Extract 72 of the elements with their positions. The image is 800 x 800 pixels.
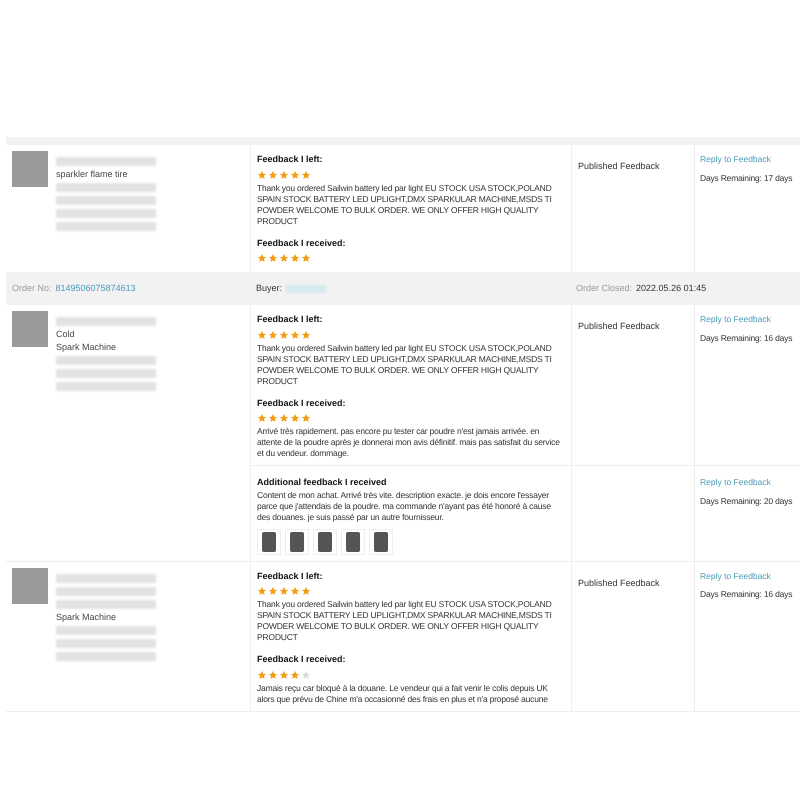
blurred-text: [286, 285, 326, 293]
star-icon: [257, 413, 267, 423]
star-icon: [301, 253, 311, 263]
product-title-text: Spark Machine: [56, 341, 118, 354]
photo-placeholder: [12, 311, 48, 347]
section-label: Feedback I left:: [257, 313, 324, 326]
star-icon: [290, 413, 300, 423]
star-icon: [301, 670, 311, 680]
order-number-label: Order No:: [12, 282, 52, 296]
reply-link[interactable]: Reply to Feedback: [700, 476, 800, 489]
star-icon: [290, 253, 300, 263]
status-text: Published Feedback: [578, 161, 660, 171]
reply-link[interactable]: Reply to Feedback: [700, 570, 800, 582]
feedback-text: Thank you ordered Sailwin battery led par light EU STOCK USA STOCK,POLAND SPAIN STOCK BATTERY LED UPLIGHT,DMX SPARKULAR MACHINE,MSDS TI POWDER WELCOME TO BULK ORDER. WE ONLY OFFER HIGH QUALITY PRODUCT: [257, 342, 553, 386]
star-icon: [257, 330, 267, 340]
product-title-text: sparkler flame tire: [56, 168, 129, 181]
photo-placeholder: [12, 568, 48, 604]
days-remaining-text: Days Remaining: 16 days: [700, 332, 794, 344]
star-icon: [268, 413, 278, 423]
star-icon: [301, 170, 311, 180]
star-icon: [279, 330, 289, 340]
feedback-text: Thank you ordered Sailwin battery led par light EU STOCK USA STOCK,POLAND SPAIN STOCK BATTERY LED UPLIGHT,DMX SPARKULAR MACHINE,MSDS TI POWDER WELCOME TO BULK ORDER. WE ONLY OFFER HIGH QUALITY PRODUCT: [257, 599, 553, 643]
product-title-text: Cold: [56, 328, 76, 341]
star-icon: [257, 586, 267, 596]
star-icon: [268, 170, 278, 180]
star-icon: [257, 670, 267, 680]
star-icon: [268, 586, 278, 596]
star-icon: [279, 670, 289, 680]
feedback-text: Thank you ordered Sailwin battery led par light EU STOCK USA STOCK,POLAND SPAIN STOCK BATTERY LED UPLIGHT,DMX SPARKULAR MACHINE,MSDS TI POWDER WELCOME TO BULK ORDER. WE ONLY OFFER HIGH QUALITY PRODUCT: [257, 182, 553, 226]
reply-link[interactable]: Reply to Feedback: [700, 153, 800, 166]
section-label: Feedback I received:: [257, 396, 347, 410]
order-number-link[interactable]: 8149506075874613: [56, 282, 136, 296]
days-remaining-text: Days Remaining: 16 days: [700, 588, 794, 601]
star-icon: [290, 330, 300, 340]
photo-placeholder[interactable]: [318, 532, 332, 552]
photo-placeholder[interactable]: [290, 532, 304, 552]
star-icon: [279, 413, 289, 423]
star-icon: [257, 253, 267, 263]
star-icon: [279, 170, 289, 180]
order-closed-date: 2022.05.26 01:45: [636, 282, 706, 296]
days-remaining-text: Days Remaining: 17 days: [700, 172, 794, 184]
star-icon: [268, 330, 278, 340]
reply-link[interactable]: Reply to Feedback: [700, 313, 800, 326]
star-icon: [301, 586, 311, 596]
star-icon: [290, 170, 300, 180]
photo-placeholder[interactable]: [374, 532, 388, 552]
order-closed-label: Order Closed:: [576, 282, 632, 296]
product-title-text: Spark Machine: [56, 610, 118, 624]
star-icon: [279, 586, 289, 596]
star-icon: [268, 253, 278, 263]
status-text: Published Feedback: [578, 578, 660, 588]
feedback-text: Arrivé très rapidement. pas encore pu tester car poudre n'est jamais arrivée. en attente de la poudre après je donnerai mon avis définitif. mais pas satisfait du service et du vendeur. dommage.: [257, 426, 561, 459]
section-label: Feedback I received:: [257, 653, 347, 666]
star-icon: [301, 413, 311, 423]
photo-placeholder[interactable]: [346, 532, 360, 552]
feedback-text: Content de mon achat. Arrivé très vite. description exacte. je dois encore l'essayer parce que j'attendais de la poudre. ma commande n'ayant pas été honoré à cause des douanes. je suis passé par un autre fournisseur.: [257, 490, 552, 522]
star-icon: [290, 586, 300, 596]
star-icon: [290, 670, 300, 680]
buyer-label: Buyer:: [256, 282, 282, 296]
days-remaining-text: Days Remaining: 20 days: [700, 494, 794, 508]
star-icon: [279, 253, 289, 263]
section-label: Feedback I left:: [257, 153, 324, 166]
star-icon: [268, 670, 278, 680]
photo-placeholder[interactable]: [262, 532, 276, 552]
status-text: Published Feedback: [578, 321, 660, 331]
section-label: Feedback I left:: [257, 570, 324, 582]
star-icon: [257, 170, 267, 180]
section-label: Additional feedback I received: [257, 476, 388, 489]
star-icon: [301, 330, 311, 340]
section-label: Feedback I received:: [257, 236, 347, 250]
photo-placeholder: [12, 151, 48, 187]
feedback-text: Jamais reçu car bloqué à la douane. Le vendeur qui a fait venir le colis depuis UK alors que prévu de Chine m'a occasionné des frais en plus et n'a proposé aucune: [257, 682, 549, 704]
